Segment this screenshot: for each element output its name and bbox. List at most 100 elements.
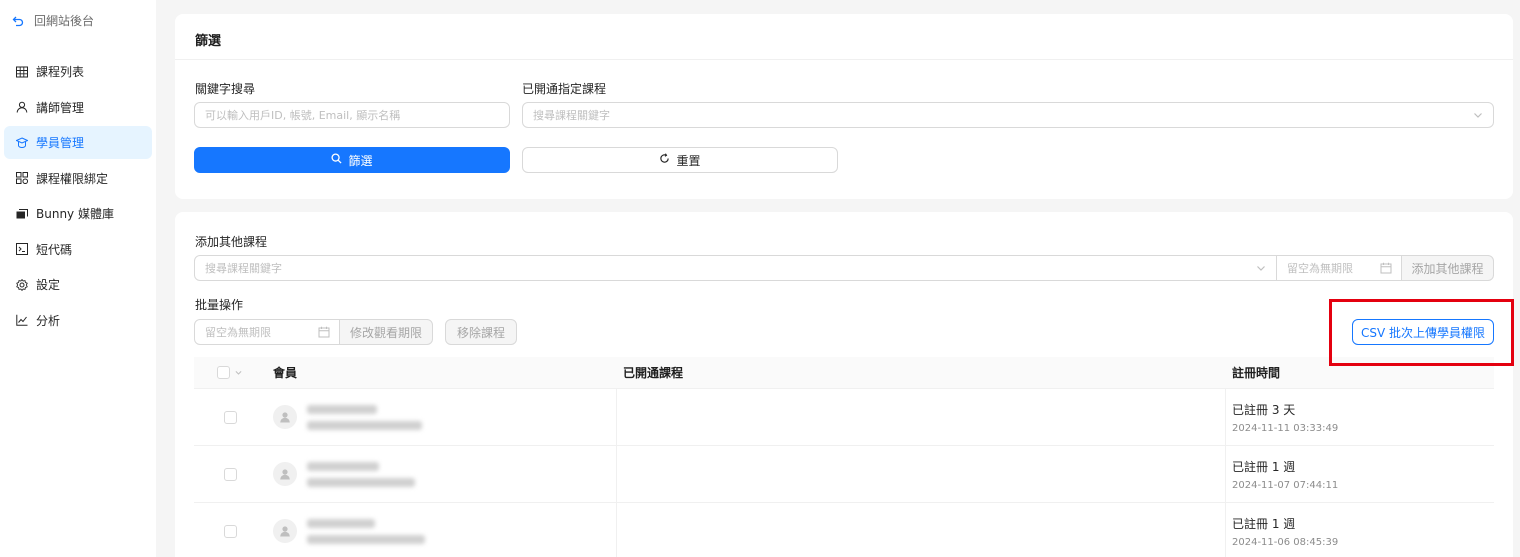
sidebar-item-label: Bunny 媒體庫 — [36, 207, 114, 221]
add-course-button[interactable]: 添加其他課程 — [1401, 255, 1494, 281]
remove-course-button[interactable]: 移除課程 — [445, 319, 517, 345]
keyword-label: 關鍵字搜尋 — [195, 82, 256, 96]
add-course-label: 添加其他課程 — [195, 235, 268, 249]
table-row[interactable]: 已註冊 3 天 2024-11-11 03:33:49 — [194, 389, 1494, 446]
chart-icon — [16, 314, 28, 326]
sidebar-item-settings[interactable]: 設定 — [4, 268, 152, 301]
chevron-down-icon — [1255, 262, 1267, 274]
registered-relative: 已註冊 1 週 — [1232, 459, 1296, 474]
add-course-select[interactable]: 搜尋課程關鍵字 — [194, 255, 1277, 281]
search-icon — [331, 153, 343, 167]
select-all-checkbox[interactable] — [217, 366, 230, 379]
sidebar-item-label: 講師管理 — [36, 100, 85, 115]
batch-label: 批量操作 — [195, 298, 244, 312]
sidebar-item-course-permission[interactable]: 課程權限綁定 — [4, 162, 152, 195]
course-filter-select[interactable]: 搜尋課程關鍵字 — [522, 102, 1494, 128]
filter-card: 篩選 關鍵字搜尋 可以輸入用戶ID, 帳號, Email, 顯示名稱 已開通指定… — [175, 14, 1513, 199]
member-cell — [266, 446, 617, 502]
course-filter-placeholder: 搜尋課程關鍵字 — [533, 109, 610, 122]
registered-date: 2024-11-06 08:45:39 — [1232, 536, 1339, 548]
divider — [175, 59, 1513, 60]
sidebar-item-label: 短代碼 — [36, 242, 73, 257]
registered-date: 2024-11-07 07:44:11 — [1232, 479, 1339, 491]
table-row[interactable]: 已註冊 1 週 2024-11-06 08:45:39 — [194, 503, 1494, 557]
registered-cell: 已註冊 3 天 2024-11-11 03:33:49 — [1226, 389, 1494, 445]
modify-expiry-button[interactable]: 修改觀看期限 — [339, 319, 433, 345]
row-select-cell — [194, 389, 266, 445]
back-label: 回網站後台 — [34, 14, 95, 28]
sidebar-item-analytics[interactable]: 分析 — [4, 304, 152, 337]
registered-date: 2024-11-11 03:33:49 — [1232, 422, 1339, 434]
sidebar-nav: 課程列表 講師管理 學員管理 課程權限綁定 Bunny 媒體庫 短代碼 設定 分… — [4, 55, 152, 339]
add-course-placeholder: 搜尋課程關鍵字 — [205, 262, 282, 275]
remove-course-label: 移除課程 — [456, 325, 505, 340]
column-header-courses[interactable]: 已開通課程 — [617, 357, 1226, 388]
redacted-member-info — [307, 404, 422, 430]
registered-relative: 已註冊 3 天 — [1232, 402, 1296, 417]
table-row[interactable]: 已註冊 1 週 2024-11-07 07:44:11 — [194, 446, 1494, 503]
sidebar-item-shortcodes[interactable]: 短代碼 — [4, 233, 152, 266]
reload-icon — [659, 153, 670, 167]
modify-expiry-label: 修改觀看期限 — [349, 325, 422, 340]
gear-icon — [16, 278, 28, 291]
calendar-icon — [318, 326, 330, 338]
media-icon — [16, 208, 28, 220]
code-icon — [16, 243, 28, 255]
courses-cell — [617, 503, 1226, 557]
column-header-member[interactable]: 會員 — [266, 357, 617, 388]
sidebar-item-bunny-media[interactable]: Bunny 媒體庫 — [4, 197, 152, 230]
registered-cell: 已註冊 1 週 2024-11-07 07:44:11 — [1226, 446, 1494, 502]
sidebar-item-label: 學員管理 — [36, 136, 85, 150]
course-filter-label: 已開通指定課程 — [522, 82, 607, 96]
registered-cell: 已註冊 1 週 2024-11-06 08:45:39 — [1226, 503, 1494, 557]
sidebar-item-label: 設定 — [36, 278, 61, 292]
avatar — [273, 405, 297, 429]
batch-date-placeholder: 留空為無期限 — [205, 326, 271, 339]
reset-button[interactable]: 重置 — [522, 147, 838, 173]
student-icon — [16, 136, 28, 149]
sidebar-item-label: 課程列表 — [36, 65, 85, 79]
back-to-site-link[interactable]: 回網站後台 — [10, 12, 94, 29]
row-select-cell — [194, 446, 266, 502]
filter-button[interactable]: 篩選 — [194, 147, 510, 173]
avatar — [273, 519, 297, 543]
row-checkbox[interactable] — [223, 410, 237, 424]
sidebar-item-courses[interactable]: 課程列表 — [4, 55, 152, 88]
sidebar-item-label: 分析 — [36, 313, 61, 328]
reset-button-label: 重置 — [676, 153, 701, 168]
registered-relative: 已註冊 1 週 — [1232, 516, 1296, 531]
keyword-placeholder: 可以輸入用戶ID, 帳號, Email, 顯示名稱 — [205, 109, 401, 122]
member-cell — [266, 389, 617, 445]
students-card: 添加其他課程 搜尋課程關鍵字 留空為無期限 添加其他課程 批量操作 留空為無期限… — [175, 212, 1513, 557]
highlight-annotation-box — [1329, 299, 1514, 366]
add-course-button-label: 添加其他課程 — [1411, 261, 1484, 276]
select-all-cell — [194, 357, 266, 388]
row-checkbox[interactable] — [223, 524, 237, 538]
member-cell — [266, 503, 617, 557]
courses-cell — [617, 446, 1226, 502]
chevron-down-icon — [1472, 109, 1484, 121]
sidebar: 回網站後台 課程列表 講師管理 學員管理 課程權限綁定 Bunny 媒體庫 短代… — [0, 0, 156, 557]
batch-expiry-date-picker[interactable]: 留空為無期限 — [194, 319, 340, 345]
grid-icon — [16, 172, 28, 184]
students-table: 會員 已開通課程 註冊時間 已註冊 3 天 2024-11-11 03:33:4… — [194, 357, 1494, 557]
row-select-cell — [194, 503, 266, 557]
filter-button-label: 篩選 — [348, 153, 373, 168]
courses-cell — [617, 389, 1226, 445]
undo-icon — [10, 13, 26, 29]
chevron-down-icon[interactable] — [234, 366, 243, 380]
filter-title: 篩選 — [195, 34, 222, 49]
row-checkbox[interactable] — [223, 467, 237, 481]
sidebar-item-students[interactable]: 學員管理 — [4, 126, 152, 159]
table-header: 會員 已開通課程 註冊時間 — [194, 357, 1494, 389]
table-icon — [16, 66, 28, 78]
column-header-registered-label: 註冊時間 — [1232, 366, 1281, 380]
calendar-icon — [1380, 262, 1392, 274]
redacted-member-info — [307, 518, 425, 544]
add-expiry-date-picker[interactable]: 留空為無期限 — [1276, 255, 1402, 281]
keyword-search-input[interactable]: 可以輸入用戶ID, 帳號, Email, 顯示名稱 — [194, 102, 510, 128]
sidebar-item-label: 課程權限綁定 — [36, 171, 109, 186]
sidebar-item-teachers[interactable]: 講師管理 — [4, 91, 152, 124]
avatar — [273, 462, 297, 486]
user-icon — [16, 101, 28, 113]
